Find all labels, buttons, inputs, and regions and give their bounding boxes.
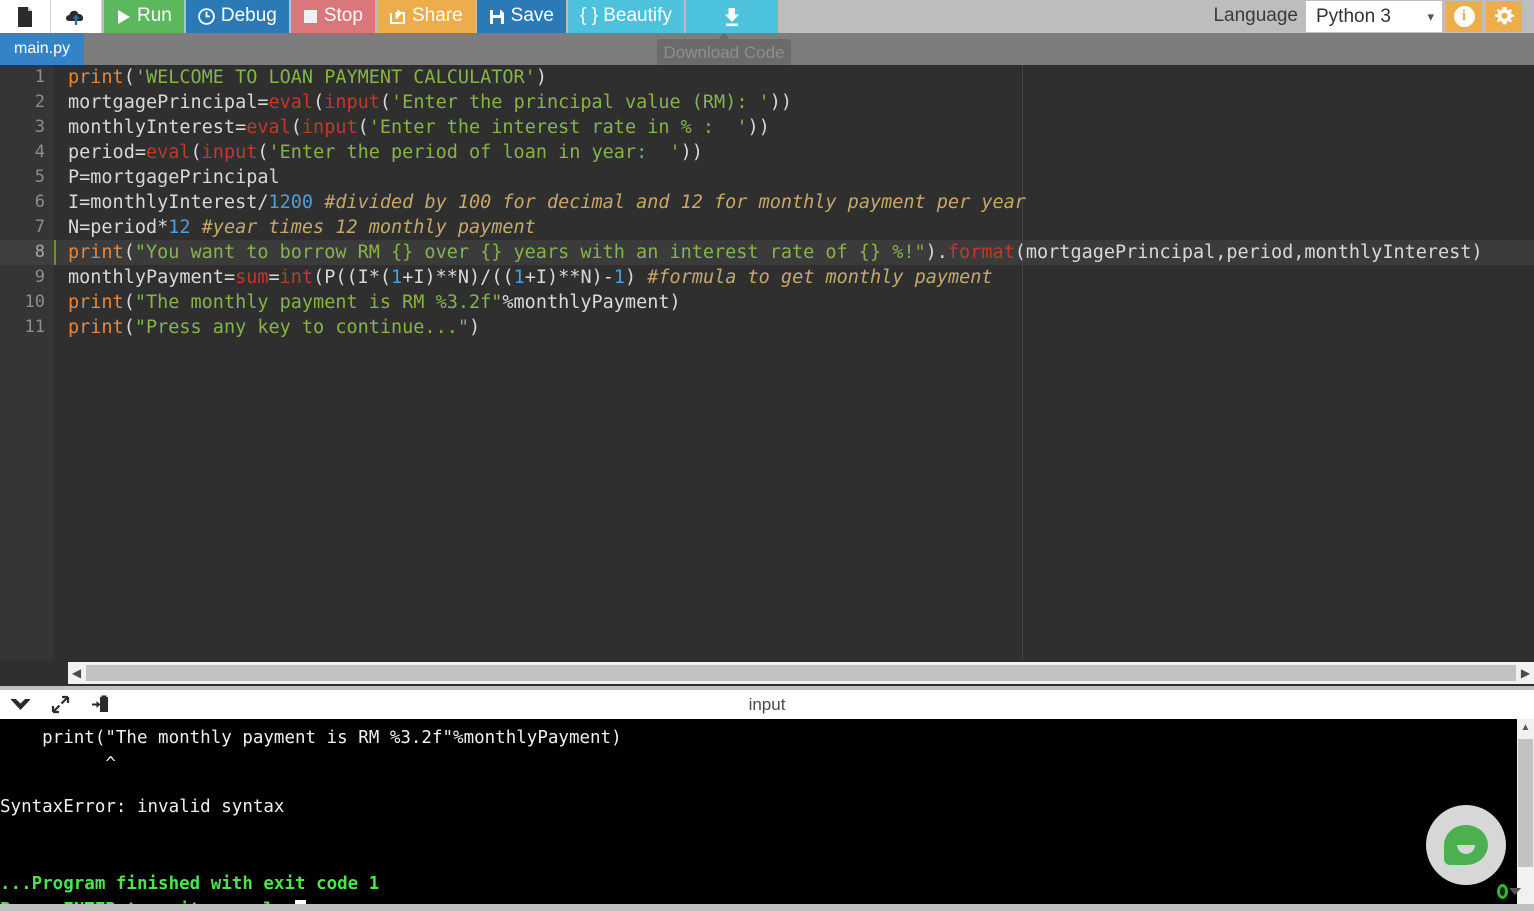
- expand-arrows-icon: [51, 695, 70, 714]
- cvscroll-thumb[interactable]: [1518, 739, 1533, 867]
- chevron-down-icon: [1509, 888, 1521, 895]
- code-line[interactable]: monthlyInterest=eval(input('Enter the in…: [54, 115, 1534, 140]
- top-toolbar: Run Debug Stop: [0, 0, 1534, 33]
- line-number: 7: [0, 215, 54, 240]
- console-line: SyntaxError: invalid syntax: [0, 794, 1534, 820]
- toolbar-right-group: Language Python 3 ▾ i: [1213, 0, 1534, 33]
- chevron-down-icon: ▾: [1427, 9, 1434, 25]
- recorder-badge[interactable]: [1497, 880, 1521, 902]
- share-button[interactable]: Share: [377, 0, 475, 33]
- new-file-button[interactable]: [0, 0, 51, 33]
- console-title: input: [0, 695, 1534, 715]
- hscroll-thumb[interactable]: [86, 665, 1516, 681]
- line-number: 1: [0, 65, 54, 90]
- console-line: ^: [0, 751, 1534, 777]
- console-expand-button[interactable]: [40, 690, 80, 719]
- code-line[interactable]: print('WELCOME TO LOAN PAYMENT CALCULATO…: [54, 65, 1534, 90]
- code-line[interactable]: period=eval(input('Enter the period of l…: [54, 140, 1534, 165]
- line-number: 5: [0, 165, 54, 190]
- console-status-line: ...Program finished with exit code 1: [0, 871, 1534, 897]
- console-line: print("The monthly payment is RM %3.2f"%…: [0, 725, 1534, 751]
- scroll-right-arrow-icon[interactable]: ▶: [1517, 662, 1534, 684]
- run-button-label: Run: [137, 6, 172, 25]
- tab-label: main.py: [14, 40, 70, 58]
- code-line[interactable]: print("You want to borrow RM {} over {} …: [54, 240, 1534, 265]
- gear-icon: [1494, 6, 1515, 27]
- save-button[interactable]: Save: [477, 0, 566, 33]
- info-button[interactable]: i: [1446, 1, 1482, 32]
- bottom-strip: [0, 904, 1534, 911]
- play-icon: [116, 9, 131, 25]
- download-code-button[interactable]: [686, 0, 778, 33]
- line-number: 8: [0, 240, 54, 265]
- upload-cloud-icon: [64, 6, 88, 28]
- stop-button[interactable]: Stop: [291, 0, 375, 33]
- info-icon: i: [1454, 6, 1475, 27]
- code-line[interactable]: mortgagePrincipal=eval(input('Enter the …: [54, 90, 1534, 115]
- chat-bubble-icon: [1444, 825, 1488, 865]
- code-line[interactable]: print("The monthly payment is RM %3.2f"%…: [54, 290, 1534, 315]
- clear-console-button[interactable]: [80, 690, 120, 719]
- tab-main-py[interactable]: main.py: [0, 33, 84, 65]
- debug-button[interactable]: Debug: [186, 0, 289, 33]
- share-icon: [389, 8, 406, 25]
- line-number: 3: [0, 115, 54, 140]
- line-number: 6: [0, 190, 54, 215]
- record-dot-icon: [1497, 884, 1508, 899]
- download-icon: [721, 7, 743, 27]
- line-number-gutter: 1 2 3 4 5 6 7 8 9 10 11: [0, 65, 54, 660]
- beautify-button[interactable]: { } Beautify: [568, 0, 684, 33]
- line-number: 2: [0, 90, 54, 115]
- code-editor[interactable]: 1 2 3 4 5 6 7 8 9 10 11 print('WELCOME T…: [0, 65, 1534, 660]
- console-vertical-scrollbar[interactable]: ▲: [1517, 719, 1534, 904]
- chevron-down-icon: [11, 698, 30, 711]
- save-button-label: Save: [511, 6, 554, 25]
- tab-strip: main.py Download Code: [0, 33, 1534, 65]
- console-status-line: Press ENTER to exit console.: [0, 897, 1534, 904]
- floppy-disk-icon: [489, 9, 505, 25]
- editor-hscroll-area: ◀ ▶: [0, 660, 1534, 686]
- file-icon: [16, 6, 34, 28]
- clear-console-icon: [91, 695, 110, 714]
- language-select-value: Python 3: [1316, 6, 1391, 28]
- line-number: 11: [0, 315, 54, 340]
- stop-button-label: Stop: [324, 6, 363, 25]
- debug-circle-icon: [198, 8, 215, 25]
- code-line[interactable]: N=period*12 #year times 12 monthly payme…: [54, 215, 1534, 240]
- scroll-left-arrow-icon[interactable]: ◀: [68, 662, 85, 684]
- beautify-button-label: { } Beautify: [580, 6, 672, 25]
- console-collapse-button[interactable]: [0, 690, 40, 719]
- tooltip-label: Download Code: [664, 43, 785, 63]
- chat-widget-button[interactable]: [1426, 805, 1506, 885]
- line-number: 10: [0, 290, 54, 315]
- share-button-label: Share: [412, 6, 463, 25]
- line-number: 9: [0, 265, 54, 290]
- code-line[interactable]: print("Press any key to continue..."): [54, 315, 1534, 340]
- language-label: Language: [1213, 6, 1306, 25]
- console-header: input: [0, 690, 1534, 719]
- settings-button[interactable]: [1486, 1, 1522, 32]
- editor-horizontal-scrollbar[interactable]: ◀ ▶: [68, 662, 1534, 684]
- code-line[interactable]: I=monthlyInterest/1200 #divided by 100 f…: [54, 190, 1534, 215]
- upload-button[interactable]: [51, 0, 102, 33]
- run-button[interactable]: Run: [104, 0, 184, 33]
- line-number: 4: [0, 140, 54, 165]
- download-code-tooltip: Download Code: [657, 39, 791, 66]
- language-select[interactable]: Python 3 ▾: [1306, 1, 1442, 32]
- code-content[interactable]: print('WELCOME TO LOAN PAYMENT CALCULATO…: [54, 65, 1534, 660]
- stop-square-icon: [303, 9, 318, 24]
- scroll-up-arrow-icon[interactable]: ▲: [1517, 719, 1534, 736]
- code-line[interactable]: monthlyPayment=sum=int(P((I*(1+I)**N)/((…: [54, 265, 1534, 290]
- ide-app: Run Debug Stop: [0, 0, 1534, 911]
- code-line[interactable]: P=mortgagePrincipal: [54, 165, 1534, 190]
- console-output[interactable]: print("The monthly payment is RM %3.2f"%…: [0, 719, 1534, 904]
- debug-button-label: Debug: [221, 6, 277, 25]
